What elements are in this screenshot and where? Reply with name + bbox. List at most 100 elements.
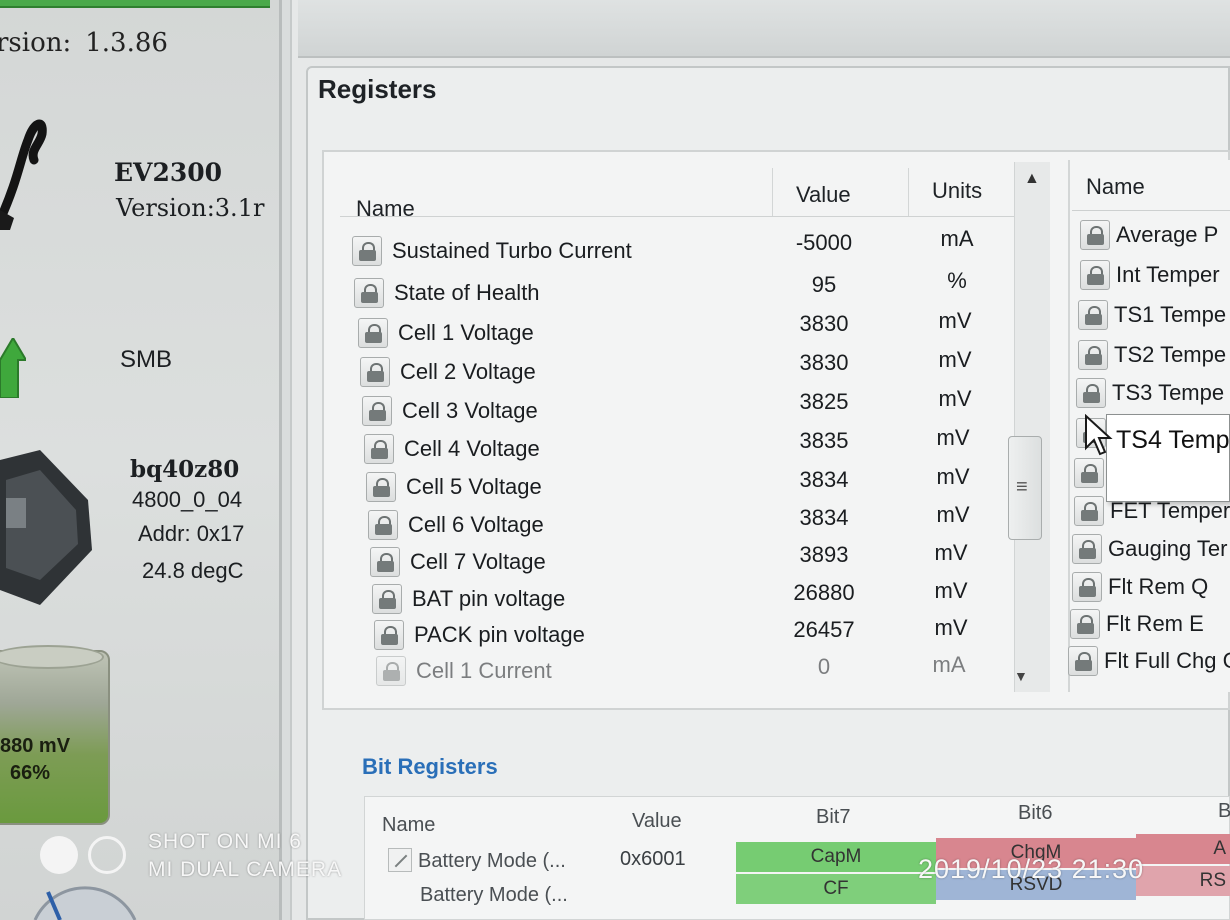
register-name: PACK pin voltage — [414, 622, 585, 647]
table-row[interactable]: Gauging Ter — [1072, 532, 1230, 568]
bit-cell[interactable]: A — [1136, 834, 1230, 864]
table-row[interactable]: Int Temper — [1080, 258, 1230, 294]
header-divider — [1072, 210, 1230, 211]
scroll-up-arrow-icon[interactable]: ▲ — [1024, 170, 1040, 188]
register-value: 0 — [817, 654, 831, 679]
edit-icon[interactable] — [388, 848, 412, 872]
lock-icon[interactable] — [358, 318, 388, 348]
bit-register-name[interactable]: Battery Mode (... — [418, 850, 566, 873]
table-row[interactable]: TS3 Tempe — [1076, 376, 1230, 412]
register-name: Flt Full Chg C — [1104, 648, 1230, 673]
lock-icon[interactable] — [366, 472, 396, 502]
table-row[interactable]: TS1 Tempe — [1078, 298, 1230, 334]
register-value: 26457 — [793, 617, 855, 642]
table-row[interactable]: Cell 1 Voltage — [358, 316, 998, 354]
register-name: Cell 2 Voltage — [400, 359, 536, 384]
lock-icon[interactable] — [1068, 646, 1098, 676]
vertical-scrollbar[interactable] — [1014, 162, 1050, 692]
register-value: 3835 — [799, 428, 849, 453]
lock-icon[interactable] — [1080, 220, 1110, 250]
camera-watermark-line2: MI DUAL CAMERA — [148, 858, 343, 881]
table-row[interactable]: Flt Rem E — [1070, 607, 1230, 643]
table-row[interactable]: Cell 3 Voltage — [362, 394, 1002, 432]
grip-icon: ≡ — [1016, 476, 1028, 498]
battery-voltage: 880 mV — [0, 735, 71, 757]
lock-icon[interactable] — [360, 357, 390, 387]
register-name: Cell 5 Voltage — [406, 474, 542, 499]
column-header-name[interactable]: Name — [356, 196, 415, 222]
register-unit: mV — [938, 308, 972, 333]
lock-icon[interactable] — [1080, 260, 1110, 290]
adapter-version: Version:3.1r — [116, 194, 265, 222]
table-row[interactable]: Cell 2 Voltage — [360, 355, 1000, 393]
bit-register-name[interactable]: Battery Mode (... — [420, 884, 568, 907]
camera-timestamp: 2019/10/23 21:30 — [918, 854, 1145, 884]
lock-icon[interactable] — [376, 656, 406, 686]
register-name: Cell 6 Voltage — [408, 512, 544, 537]
bit-column-header-bit5[interactable]: B — [1218, 800, 1230, 823]
register-value: 3834 — [799, 467, 849, 492]
bit-column-header-value[interactable]: Value — [632, 810, 682, 833]
register-value: 3893 — [799, 542, 849, 567]
lock-icon[interactable] — [1076, 378, 1106, 408]
table-row[interactable]: Flt Rem Q — [1072, 570, 1230, 606]
device-temperature: 24.8 degC — [142, 558, 244, 583]
register-unit: mV — [934, 540, 968, 565]
gauge-icon — [33, 886, 137, 920]
lock-icon[interactable] — [1072, 572, 1102, 602]
column-header-name-right[interactable]: Name — [1086, 174, 1145, 200]
table-row[interactable]: Average P — [1080, 218, 1230, 254]
table-row[interactable]: Cell 7 Voltage — [370, 545, 1010, 583]
register-name: Cell 3 Voltage — [402, 398, 538, 423]
lock-icon[interactable] — [364, 434, 394, 464]
scroll-down-arrow-icon[interactable]: ▼ — [1014, 668, 1028, 684]
bit-cell[interactable]: CF — [736, 874, 936, 904]
lock-icon[interactable] — [1070, 609, 1100, 639]
column-header-value[interactable]: Value — [796, 182, 851, 208]
lock-icon[interactable] — [362, 396, 392, 426]
bit-cell[interactable]: RS — [1136, 866, 1230, 896]
register-name: Cell 1 Voltage — [398, 320, 534, 345]
register-value: 3825 — [799, 389, 849, 414]
bit-cell[interactable]: CapM — [736, 842, 936, 872]
connection-status-bar — [0, 0, 270, 8]
lock-icon[interactable] — [1074, 496, 1104, 526]
table-row[interactable]: Flt Full Chg C — [1068, 644, 1230, 680]
register-value: 3830 — [799, 311, 849, 336]
register-unit: mV — [934, 615, 968, 640]
register-unit: mV — [936, 502, 970, 527]
device-firmware: 4800_0_04 — [132, 487, 243, 512]
bit-column-header-name[interactable]: Name — [382, 814, 435, 837]
lock-icon[interactable] — [352, 236, 382, 266]
adapter-name: EV2300 — [114, 158, 223, 187]
register-name: Cell 1 Current — [416, 658, 552, 683]
lock-icon[interactable] — [1078, 300, 1108, 330]
table-row[interactable]: TS2 Tempe — [1078, 338, 1230, 374]
column-header-units[interactable]: Units — [932, 178, 982, 204]
device-name: bq40z80 — [130, 456, 240, 483]
chip-icon — [0, 450, 92, 605]
tooltip-text: TS4 Temp — [1116, 426, 1230, 454]
table-row[interactable]: Cell 4 Voltage — [364, 432, 1004, 470]
table-row[interactable]: State of Health — [354, 276, 994, 314]
bit-column-header-bit6[interactable]: Bit6 — [1018, 802, 1052, 825]
registers-header-row — [340, 165, 1020, 217]
lock-icon[interactable] — [370, 547, 400, 577]
lock-icon[interactable] — [1072, 534, 1102, 564]
register-name: Flt Rem Q — [1108, 574, 1209, 599]
table-row[interactable]: Sustained Turbo Current — [352, 234, 992, 272]
table-row[interactable]: Cell 6 Voltage — [368, 508, 1008, 546]
bit-column-header-bit7[interactable]: Bit7 — [816, 806, 850, 829]
lock-icon[interactable] — [354, 278, 384, 308]
lock-icon[interactable] — [374, 620, 404, 650]
lock-icon[interactable] — [368, 510, 398, 540]
lock-icon[interactable] — [1078, 340, 1108, 370]
register-name: TS1 Tempe — [1114, 302, 1227, 327]
table-row[interactable]: Cell 5 Voltage — [366, 470, 1006, 508]
bit-registers-title: Bit Registers — [362, 754, 498, 779]
battery-percent: 66% — [10, 762, 51, 784]
register-name: Sustained Turbo Current — [392, 238, 632, 263]
bus-type-label: SMB — [120, 346, 173, 373]
lock-icon[interactable] — [372, 584, 402, 614]
lock-icon[interactable] — [1074, 458, 1104, 488]
